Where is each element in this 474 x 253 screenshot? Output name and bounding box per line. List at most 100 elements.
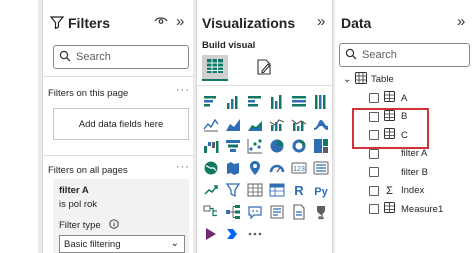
- filters-pane: Filters » Search Filters on this page ··…: [42, 0, 194, 253]
- data-search-input[interactable]: Search: [339, 43, 470, 67]
- collapse-visualizations-icon[interactable]: »: [317, 13, 325, 30]
- field-label: filter B: [401, 166, 428, 178]
- field-measure1[interactable]: Measure1: [369, 201, 443, 217]
- clustered-column-chart-icon[interactable]: [268, 93, 286, 111]
- field-checkbox[interactable]: [369, 204, 379, 214]
- filter-icon: [49, 15, 65, 32]
- treemap-icon[interactable]: [312, 137, 330, 155]
- gauge-icon[interactable]: [268, 159, 286, 177]
- svg-text:Py: Py: [314, 186, 328, 198]
- stacked-area-chart-icon[interactable]: [246, 115, 264, 133]
- filter-type-select[interactable]: Basic filtering ⌄: [59, 235, 185, 253]
- filters-on-all-pages-heading: Filters on all pages: [48, 165, 128, 176]
- map-icon[interactable]: [202, 159, 220, 177]
- search-icon: [54, 50, 76, 65]
- slicer-icon[interactable]: [224, 181, 242, 199]
- svg-text:123: 123: [293, 166, 305, 173]
- divider: [197, 85, 334, 86]
- field-filter-b[interactable]: filter B: [369, 164, 428, 180]
- waterfall-chart-icon[interactable]: [202, 137, 220, 155]
- stacked-column-chart-icon[interactable]: [224, 93, 242, 111]
- field-checkbox[interactable]: [369, 185, 379, 196]
- decomposition-tree-icon[interactable]: [224, 203, 242, 221]
- filters-title: Filters: [68, 15, 111, 31]
- azure-map-icon[interactable]: [246, 159, 264, 177]
- search-icon: [340, 48, 362, 63]
- filter-type-label: Filter type: [59, 220, 101, 231]
- paginated-report-icon[interactable]: [290, 203, 308, 221]
- ribbon-chart-icon[interactable]: [312, 115, 330, 133]
- r-visual-icon[interactable]: R: [290, 181, 308, 199]
- collapse-data-icon[interactable]: »: [457, 13, 465, 30]
- line-and-stacked-column-chart-icon[interactable]: [268, 115, 286, 133]
- filled-map-icon[interactable]: [224, 159, 242, 177]
- filters-on-page-heading: Filters on this page: [48, 88, 129, 99]
- filter-card-value: is pol rok: [59, 199, 98, 210]
- field-a[interactable]: A: [369, 90, 407, 106]
- build-visual-tab[interactable]: [202, 55, 228, 81]
- field-label: Index: [401, 185, 425, 196]
- table-icon[interactable]: [246, 181, 264, 199]
- table-icon: [355, 71, 367, 87]
- area-chart-icon[interactable]: [224, 115, 242, 133]
- filter-type-value: Basic filtering: [64, 238, 121, 250]
- trophy-goals-icon[interactable]: [312, 203, 330, 221]
- line-chart-icon[interactable]: [202, 115, 220, 133]
- field-label: filter A: [401, 148, 428, 159]
- scatter-chart-icon[interactable]: [246, 137, 264, 155]
- key-influencers-icon[interactable]: [202, 203, 220, 221]
- svg-text:R: R: [294, 183, 304, 198]
- kpi-icon[interactable]: [202, 181, 220, 199]
- report-canvas-edge: [0, 0, 38, 253]
- visualizations-title: Visualizations: [202, 15, 296, 31]
- field-label: A: [401, 92, 408, 104]
- chevron-down-icon: ⌄: [343, 73, 352, 85]
- filter-card-name: filter A: [59, 185, 89, 196]
- divider: [43, 76, 194, 77]
- smart-narrative-icon[interactable]: [268, 203, 286, 221]
- matrix-icon[interactable]: [268, 181, 286, 199]
- card-icon[interactable]: 123: [290, 159, 308, 177]
- field-index[interactable]: Σ Index: [369, 183, 424, 199]
- format-visual-tab[interactable]: [252, 57, 276, 79]
- field-checkbox[interactable]: [369, 148, 379, 159]
- table-name: Table: [371, 73, 394, 85]
- more-options-icon[interactable]: ···: [176, 161, 190, 173]
- 100-stacked-bar-chart-icon[interactable]: [290, 93, 308, 111]
- 100-stacked-column-chart-icon[interactable]: [312, 93, 330, 111]
- chevron-down-icon: ⌄: [170, 238, 179, 249]
- power-apps-icon[interactable]: [202, 225, 220, 243]
- line-and-clustered-column-chart-icon[interactable]: [290, 115, 308, 133]
- filter-card-filter-a[interactable]: filter A is pol rok Filter type Basic fi…: [53, 179, 189, 253]
- multi-row-card-icon[interactable]: [312, 159, 330, 177]
- highlight-box: [352, 108, 429, 149]
- table-node[interactable]: ⌄ Table: [343, 71, 394, 87]
- collapse-filters-icon[interactable]: »: [176, 13, 184, 30]
- stacked-bar-chart-icon[interactable]: [202, 93, 220, 111]
- add-data-fields-label: Add data fields here: [78, 118, 164, 130]
- visualizations-pane: Visualizations » Build visual 123 R Py: [196, 0, 334, 253]
- filters-search-placeholder: Search: [76, 51, 111, 63]
- field-label: Measure1: [401, 203, 444, 215]
- column-icon: [384, 202, 395, 216]
- build-visual-label: Build visual: [202, 40, 256, 51]
- filters-search-input[interactable]: Search: [53, 45, 189, 69]
- power-automate-icon[interactable]: [224, 225, 242, 243]
- data-title: Data: [341, 15, 372, 31]
- data-pane: Data » Search ⌄ Table A B Cfilter Afilter …: [335, 0, 474, 253]
- clustered-bar-chart-icon[interactable]: [246, 93, 264, 111]
- more-options-icon[interactable]: ···: [176, 84, 190, 96]
- field-checkbox[interactable]: [369, 167, 379, 177]
- info-icon: [109, 219, 119, 232]
- funnel-chart-icon[interactable]: [224, 137, 242, 155]
- donut-chart-icon[interactable]: [290, 137, 308, 155]
- pie-chart-icon[interactable]: [268, 137, 286, 155]
- format-brush-icon: [255, 58, 273, 79]
- more-visuals-icon[interactable]: [246, 225, 264, 243]
- field-checkbox[interactable]: [369, 93, 379, 103]
- python-visual-icon[interactable]: Py: [312, 181, 330, 199]
- qa-icon[interactable]: [246, 203, 264, 221]
- column-icon: [384, 91, 395, 105]
- eye-icon[interactable]: [154, 15, 168, 30]
- add-data-fields-dropzone[interactable]: Add data fields here: [53, 108, 189, 140]
